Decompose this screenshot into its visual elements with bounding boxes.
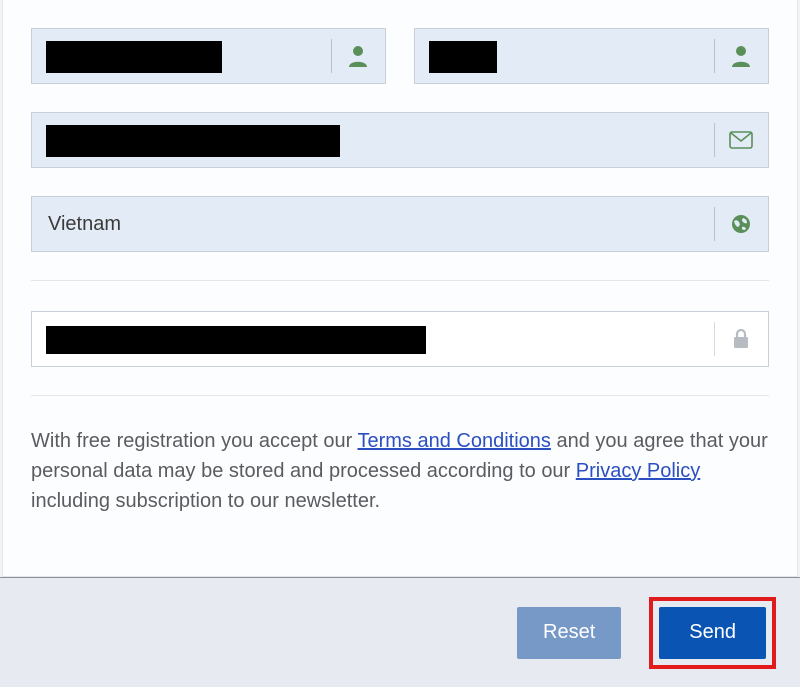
globe-icon — [714, 197, 768, 251]
country-row — [31, 196, 769, 252]
redacted-block — [46, 125, 340, 157]
form-footer: Reset Send — [0, 577, 800, 687]
reset-button[interactable]: Reset — [517, 607, 621, 659]
send-button[interactable]: Send — [659, 607, 766, 659]
registration-form-panel: With free registration you accept our Te… — [2, 0, 798, 577]
envelope-icon — [714, 113, 768, 167]
divider — [31, 280, 769, 281]
redacted-block — [46, 41, 222, 73]
person-icon — [714, 29, 768, 83]
last-name-field[interactable] — [414, 28, 769, 84]
terms-link[interactable]: Terms and Conditions — [357, 430, 550, 452]
email-field[interactable] — [31, 112, 769, 168]
person-icon — [331, 29, 385, 83]
divider — [31, 395, 769, 396]
country-field[interactable] — [31, 196, 769, 252]
email-row — [31, 112, 769, 168]
lock-icon — [714, 312, 768, 366]
name-row — [31, 28, 769, 84]
consent-part1: With free registration you accept our — [31, 430, 357, 452]
country-input[interactable] — [32, 197, 714, 251]
redacted-block — [429, 41, 497, 73]
password-row — [31, 311, 769, 367]
first-name-field[interactable] — [31, 28, 386, 84]
password-field[interactable] — [31, 311, 769, 367]
consent-part3: including subscription to our newsletter… — [31, 490, 380, 512]
send-button-highlight: Send — [649, 597, 776, 669]
privacy-link[interactable]: Privacy Policy — [576, 460, 700, 482]
consent-text: With free registration you accept our Te… — [31, 426, 769, 516]
redacted-block — [46, 326, 426, 354]
